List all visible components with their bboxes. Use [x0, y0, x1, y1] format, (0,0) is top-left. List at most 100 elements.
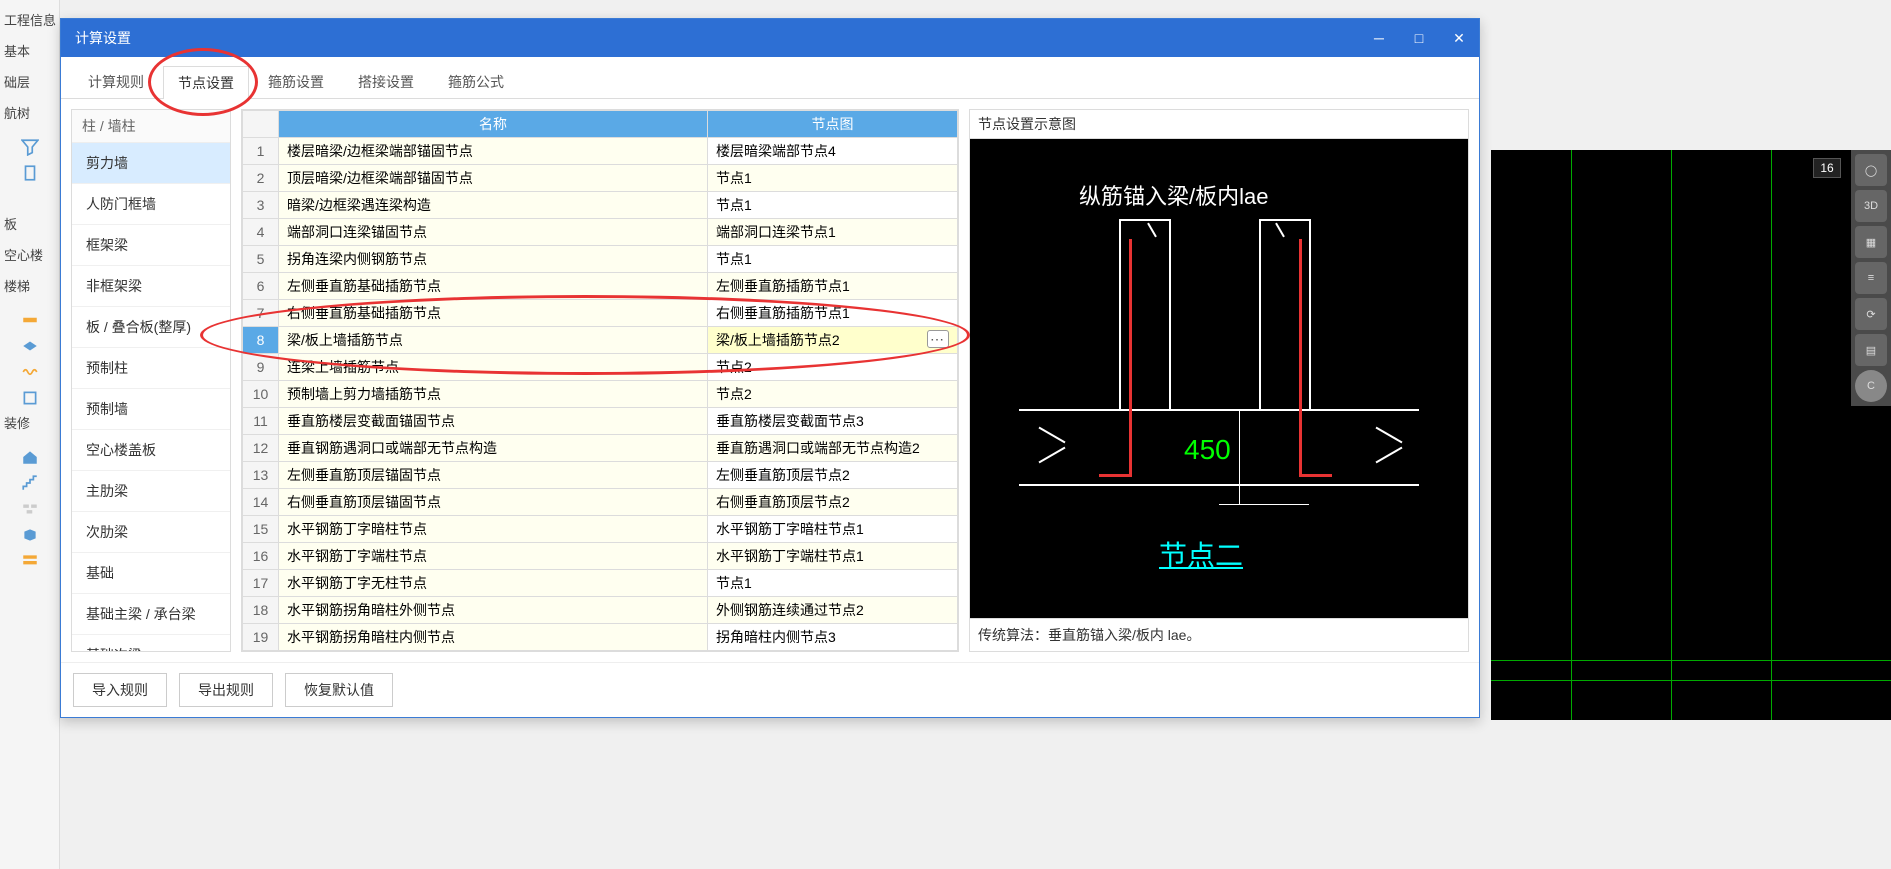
- cad-rotate-icon[interactable]: ⟳: [1855, 298, 1887, 330]
- table-row[interactable]: 6左侧垂直筋基础插筋节点左侧垂直筋插筋节点1: [243, 273, 958, 300]
- row-node-cell[interactable]: 水平钢筋丁字端柱节点1: [708, 543, 958, 570]
- row-node-cell[interactable]: 节点1: [708, 165, 958, 192]
- sidebar-item[interactable]: 板: [0, 208, 59, 239]
- slab-icon[interactable]: [21, 311, 39, 329]
- tab-stirrup-settings[interactable]: 箍筋设置: [253, 65, 339, 98]
- cad-cube-icon[interactable]: ▦: [1855, 226, 1887, 258]
- cad-c-icon[interactable]: C: [1855, 370, 1887, 402]
- table-row[interactable]: 5拐角连梁内侧钢筋节点节点1: [243, 246, 958, 273]
- reset-defaults-button[interactable]: 恢复默认值: [285, 673, 393, 707]
- tab-stirrup-formula[interactable]: 箍筋公式: [433, 65, 519, 98]
- sidebar-item[interactable]: 空心楼: [0, 239, 59, 270]
- table-row[interactable]: 14右侧垂直筋顶层锚固节点右侧垂直筋顶层节点2: [243, 489, 958, 516]
- ellipsis-button[interactable]: ⋯: [927, 330, 949, 348]
- row-node-cell[interactable]: 垂直筋遇洞口或端部无节点构造2: [708, 435, 958, 462]
- row-node-cell[interactable]: 节点3: [708, 651, 958, 653]
- row-name-cell: 端部洞口连梁锚固节点: [279, 219, 708, 246]
- layer-icon[interactable]: [21, 552, 39, 570]
- row-node-cell[interactable]: 端部洞口连梁节点1: [708, 219, 958, 246]
- table-row[interactable]: 11垂直筋楼层变截面锚固节点垂直筋楼层变截面节点3: [243, 408, 958, 435]
- row-node-cell[interactable]: 节点2: [708, 354, 958, 381]
- row-number: 2: [243, 165, 279, 192]
- row-node-cell[interactable]: 拐角暗柱内侧节点3: [708, 624, 958, 651]
- category-item[interactable]: 次肋梁: [72, 512, 230, 553]
- table-row[interactable]: 8梁/板上墙插筋节点梁/板上墙插筋节点2⋯: [243, 327, 958, 354]
- cad-globe-icon[interactable]: ◯: [1855, 154, 1887, 186]
- home-icon[interactable]: [21, 448, 39, 466]
- table-row[interactable]: 19水平钢筋拐角暗柱内侧节点拐角暗柱内侧节点3: [243, 624, 958, 651]
- row-node-cell[interactable]: 垂直筋楼层变截面节点3: [708, 408, 958, 435]
- row-node-cell[interactable]: 楼层暗梁端部节点4: [708, 138, 958, 165]
- table-row[interactable]: 12垂直钢筋遇洞口或端部无节点构造垂直筋遇洞口或端部无节点构造2: [243, 435, 958, 462]
- calculation-settings-dialog: 计算设置 ─ □ ✕ 计算规则 节点设置 箍筋设置 搭接设置 箍筋公式 柱 / …: [60, 18, 1480, 718]
- stair-icon[interactable]: [21, 474, 39, 492]
- row-node-cell[interactable]: 左侧垂直筋顶层节点2: [708, 462, 958, 489]
- row-node-cell[interactable]: 节点2: [708, 381, 958, 408]
- table-row[interactable]: 2顶层暗梁/边框梁端部锚固节点节点1: [243, 165, 958, 192]
- category-item[interactable]: 板 / 叠合板(整厚): [72, 307, 230, 348]
- category-item[interactable]: 预制柱: [72, 348, 230, 389]
- rect-icon[interactable]: [21, 389, 39, 407]
- category-item[interactable]: 基础: [72, 553, 230, 594]
- tab-calc-rules[interactable]: 计算规则: [73, 65, 159, 98]
- cad-viewport[interactable]: 16: [1491, 150, 1891, 720]
- table-row[interactable]: 10预制墙上剪力墙插筋节点节点2: [243, 381, 958, 408]
- category-item[interactable]: 预制墙: [72, 389, 230, 430]
- table-row[interactable]: 4端部洞口连梁锚固节点端部洞口连梁节点1: [243, 219, 958, 246]
- row-node-cell[interactable]: 外侧钢筋连续通过节点2: [708, 597, 958, 624]
- category-item[interactable]: 框架梁: [72, 225, 230, 266]
- sidebar-item[interactable]: 楼梯: [0, 270, 59, 301]
- close-button[interactable]: ✕: [1439, 19, 1479, 57]
- category-item[interactable]: 非框架梁: [72, 266, 230, 307]
- sidebar-item[interactable]: 航树: [0, 97, 59, 128]
- sidebar-item[interactable]: 础层: [0, 66, 59, 97]
- cad-sheet-icon[interactable]: ▤: [1855, 334, 1887, 366]
- column-icon[interactable]: [21, 164, 39, 182]
- category-item[interactable]: 基础主梁 / 承台梁: [72, 594, 230, 635]
- row-node-cell[interactable]: 节点1: [708, 570, 958, 597]
- category-item[interactable]: 人防门框墙: [72, 184, 230, 225]
- wave-icon[interactable]: [21, 363, 39, 381]
- row-name-cell: 右侧垂直筋基础插筋节点: [279, 300, 708, 327]
- row-node-cell[interactable]: 右侧垂直筋插筋节点1: [708, 300, 958, 327]
- box-icon[interactable]: [21, 526, 39, 544]
- table-row[interactable]: 7右侧垂直筋基础插筋节点右侧垂直筋插筋节点1: [243, 300, 958, 327]
- sidebar-item[interactable]: 基本: [0, 35, 59, 66]
- filter-icon[interactable]: [21, 138, 39, 156]
- row-node-cell[interactable]: 右侧垂直筋顶层节点2: [708, 489, 958, 516]
- maximize-button[interactable]: □: [1399, 19, 1439, 57]
- table-row[interactable]: 15水平钢筋丁字暗柱节点水平钢筋丁字暗柱节点1: [243, 516, 958, 543]
- cad-layers-icon[interactable]: ≡: [1855, 262, 1887, 294]
- brick-icon[interactable]: [21, 500, 39, 518]
- table-row[interactable]: 20水平钢筋拐角端柱外侧节点节点3: [243, 651, 958, 653]
- table-row[interactable]: 13左侧垂直筋顶层锚固节点左侧垂直筋顶层节点2: [243, 462, 958, 489]
- import-rules-button[interactable]: 导入规则: [73, 673, 167, 707]
- minimize-button[interactable]: ─: [1359, 19, 1399, 57]
- table-row[interactable]: 9连梁上墙插筋节点节点2: [243, 354, 958, 381]
- sidebar-item[interactable]: 装修: [0, 407, 59, 438]
- category-item[interactable]: 主肋梁: [72, 471, 230, 512]
- row-node-cell[interactable]: 梁/板上墙插筋节点2⋯: [708, 327, 958, 354]
- category-item[interactable]: 剪力墙: [72, 143, 230, 184]
- export-rules-button[interactable]: 导出规则: [179, 673, 273, 707]
- sidebar-item[interactable]: 工程信息: [0, 4, 59, 35]
- row-node-cell[interactable]: 水平钢筋丁字暗柱节点1: [708, 516, 958, 543]
- category-item[interactable]: 空心楼盖板: [72, 430, 230, 471]
- row-node-cell[interactable]: 节点1: [708, 192, 958, 219]
- table-row[interactable]: 1楼层暗梁/边框梁端部锚固节点楼层暗梁端部节点4: [243, 138, 958, 165]
- beam-icon[interactable]: [21, 337, 39, 355]
- tab-node-settings[interactable]: 节点设置: [163, 66, 249, 99]
- cad-3d-icon[interactable]: 3D: [1855, 190, 1887, 222]
- row-node-cell[interactable]: 节点1: [708, 246, 958, 273]
- table-row[interactable]: 18水平钢筋拐角暗柱外侧节点外侧钢筋连续通过节点2: [243, 597, 958, 624]
- row-number: 17: [243, 570, 279, 597]
- table-row[interactable]: 16水平钢筋丁字端柱节点水平钢筋丁字端柱节点1: [243, 543, 958, 570]
- table-row[interactable]: 17水平钢筋丁字无柱节点节点1: [243, 570, 958, 597]
- diagram-value: 450: [1184, 434, 1231, 466]
- table-row[interactable]: 3暗梁/边框梁遇连梁构造节点1: [243, 192, 958, 219]
- row-name-cell: 水平钢筋拐角暗柱外侧节点: [279, 597, 708, 624]
- row-name-cell: 右侧垂直筋顶层锚固节点: [279, 489, 708, 516]
- tab-lap-settings[interactable]: 搭接设置: [343, 65, 429, 98]
- row-node-cell[interactable]: 左侧垂直筋插筋节点1: [708, 273, 958, 300]
- category-item[interactable]: 基础次梁: [72, 635, 230, 652]
